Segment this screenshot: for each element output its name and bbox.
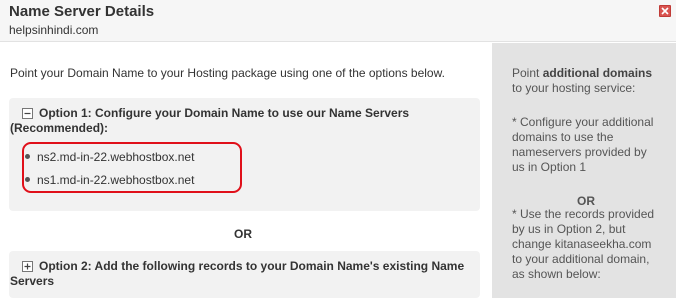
main-panel: Point your Domain Name to your Hosting p… — [0, 43, 492, 298]
bullet-icon — [25, 177, 30, 182]
sidebar-item2-line: as shown below: — [512, 267, 601, 281]
option2-panel: Option 2: Add the following records to y… — [9, 251, 480, 298]
sidebar-item1-line: us in Option 1 — [512, 160, 587, 174]
sidebar-point-prefix: Point — [512, 66, 543, 80]
bullet-icon — [25, 154, 30, 159]
sidebar-item1-line: nameservers provided by — [512, 145, 647, 159]
sidebar-item2-line: to your additional domain, — [512, 252, 650, 266]
sidebar-help: Point additional domains to your hosting… — [492, 43, 676, 298]
sidebar-item2-line: change kitanaseekha.com — [512, 237, 652, 251]
option1-title-text: Option 1: Configure your Domain Name to … — [39, 106, 410, 120]
sidebar-item1-line: domains to use the — [512, 130, 614, 144]
collapse-minus-icon — [24, 112, 31, 115]
option2-title-line2: Servers — [10, 274, 55, 288]
sidebar-or-separator: OR — [577, 194, 595, 208]
nameserver-item: ns1.md-in-22.webhostbox.net — [37, 173, 195, 187]
close-button[interactable] — [659, 5, 671, 17]
sidebar-point-bold: additional domains — [542, 66, 653, 80]
option2-title[interactable]: Option 2: Add the following records to y… — [39, 259, 472, 274]
sidebar-item2-line: by us in Option 2, but — [512, 222, 626, 236]
option2-title-text: Option 2: Add the following records to y… — [39, 259, 465, 273]
sidebar-item2: * Use the records provided by us in Opti… — [512, 207, 662, 282]
close-icon — [661, 7, 669, 15]
option2-toggle[interactable] — [22, 261, 33, 272]
option1-toggle[interactable] — [22, 108, 33, 119]
sidebar-item1: * Configure your additional domains to u… — [512, 115, 662, 175]
sidebar-item1-line: * Configure your additional — [512, 115, 654, 129]
nameserver-item: ns2.md-in-22.webhostbox.net — [37, 150, 195, 164]
domain-name: helpsinhindi.com — [9, 23, 99, 37]
or-separator: OR — [234, 227, 252, 241]
dialog-title: Name Server Details — [9, 3, 155, 20]
option1-title-line2: (Recommended): — [10, 121, 109, 135]
dialog-header: Name Server Details helpsinhindi.com — [0, 0, 676, 42]
sidebar-item2-line: * Use the records provided — [512, 207, 655, 221]
option1-title[interactable]: Option 1: Configure your Domain Name to … — [39, 106, 472, 121]
sidebar-point-suffix: to your hosting service: — [512, 81, 636, 95]
option1-panel: Option 1: Configure your Domain Name to … — [9, 98, 480, 211]
intro-text: Point your Domain Name to your Hosting p… — [10, 66, 445, 80]
sidebar-point-text: Point additional domains to your hosting… — [512, 66, 662, 96]
expand-plus-icon — [24, 263, 31, 270]
